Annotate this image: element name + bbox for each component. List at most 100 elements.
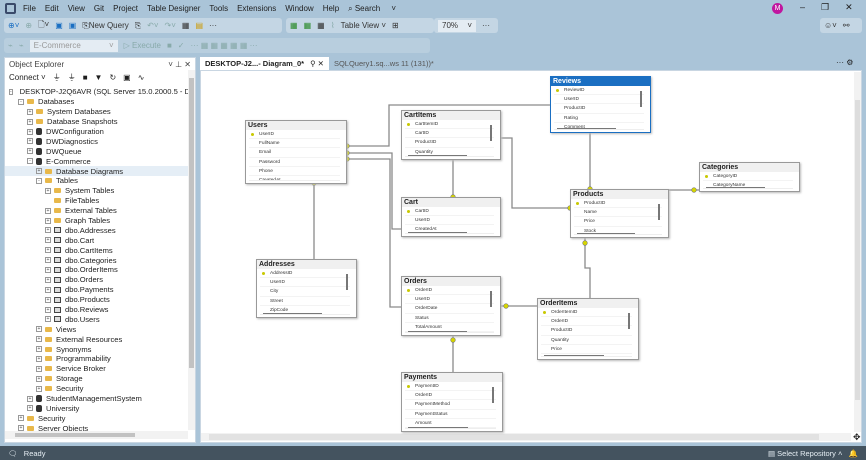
expand-icon[interactable]: +	[45, 227, 51, 234]
expand-icon[interactable]: +	[45, 316, 51, 323]
table-column[interactable]: PaymentStatus	[405, 410, 496, 419]
table-column[interactable]: Rating	[554, 114, 644, 123]
table-title[interactable]: Addresses	[257, 260, 356, 269]
table-column[interactable]: CreatedAt	[249, 176, 340, 180]
expand-icon[interactable]: +	[45, 306, 51, 313]
table-column[interactable]: ProductID	[405, 138, 494, 148]
zoom-select[interactable]: 70% ˅	[438, 19, 476, 32]
table-hscrollbar[interactable]	[706, 187, 766, 188]
table-column[interactable]: Password	[249, 158, 340, 167]
table-column[interactable]: UserID	[554, 95, 644, 105]
expand-icon[interactable]: +	[45, 296, 51, 303]
tree-node[interactable]: + Database Diagrams	[5, 166, 189, 177]
expand-icon[interactable]: +	[27, 128, 33, 135]
table-column[interactable]: OrderDate	[405, 304, 494, 314]
stop-icon[interactable]: ■	[167, 41, 172, 50]
menu-tools[interactable]: Tools	[209, 4, 228, 13]
more-icon[interactable]: ···	[209, 21, 217, 30]
table-title[interactable]: Payments	[402, 373, 502, 382]
select-repository-button[interactable]: ▤ Select Repository ˄ 🔔	[768, 449, 858, 458]
table-title[interactable]: CartItems	[402, 111, 500, 120]
table-scrollbar[interactable]	[492, 387, 494, 403]
tree-node[interactable]: - DESKTOP-J2Q6AVR (SQL Server 15.0.2000.5…	[5, 87, 189, 97]
tree-node[interactable]: - Databases	[5, 97, 189, 107]
tree-node[interactable]: + StudentManagementSystem	[5, 394, 189, 404]
primary-key-column[interactable]: OrderID	[405, 286, 494, 296]
expand-icon[interactable]: +	[45, 266, 51, 273]
restore-icon[interactable]: ❐	[821, 2, 829, 13]
plug-icon[interactable]: ⏚	[53, 72, 61, 83]
disconnect-icon[interactable]: ⏚	[68, 72, 76, 83]
minimize-icon[interactable]: –	[800, 2, 805, 13]
tree-node[interactable]: + dbo.CartItems	[5, 245, 189, 255]
new-file-icon[interactable]: 🗋˅	[38, 19, 49, 33]
table-hscrollbar[interactable]	[263, 313, 323, 314]
primary-key-column[interactable]: CartID	[405, 207, 494, 217]
diagram-table-cart[interactable]: Cart CartID UserID CreatedAt	[401, 197, 501, 237]
table-scrollbar[interactable]	[628, 313, 630, 329]
expand-icon[interactable]: +	[27, 108, 33, 115]
expand-icon[interactable]: +	[45, 247, 51, 254]
undo-icon[interactable]: ↶˅	[147, 21, 158, 30]
table-scrollbar[interactable]	[658, 204, 660, 220]
share-icon[interactable]: ⚯	[843, 21, 850, 30]
parse-icon[interactable]: ✓	[178, 41, 185, 50]
expand-icon[interactable]: +	[36, 375, 42, 382]
table-title[interactable]: Cart	[402, 198, 500, 207]
tree-node[interactable]: - Tables	[5, 176, 189, 186]
tree-node[interactable]: + dbo.Reviews	[5, 305, 189, 315]
table-hscrollbar[interactable]	[408, 427, 468, 428]
primary-key-column[interactable]: OrderItemID	[541, 308, 632, 318]
primary-key-column[interactable]: CategoryID	[703, 172, 793, 182]
tree-node[interactable]: + Programmability	[5, 354, 189, 364]
table-hscrollbar[interactable]	[408, 232, 467, 233]
tree-node[interactable]: + Security	[5, 413, 189, 423]
table-title[interactable]: OrderItems	[538, 299, 638, 308]
tree-node[interactable]: + DWConfiguration	[5, 127, 189, 137]
table-column[interactable]: Quantity	[541, 336, 632, 345]
query-icon[interactable]: ⎘	[135, 21, 141, 31]
table-column[interactable]: Status	[405, 314, 494, 323]
table-column[interactable]: Street	[260, 297, 350, 306]
activity-icon[interactable]: ▦	[182, 21, 190, 30]
table-scrollbar[interactable]	[490, 291, 492, 307]
save-all-icon[interactable]: ▣	[69, 21, 77, 30]
expand-icon[interactable]: +	[45, 257, 51, 264]
table-column[interactable]: UserID	[260, 278, 350, 288]
tree-node[interactable]: + dbo.Orders	[5, 275, 189, 285]
tree-node[interactable]: + University	[5, 404, 189, 414]
tree-node[interactable]: + Graph Tables	[5, 216, 189, 226]
redo-icon[interactable]: ↷˅	[165, 21, 176, 30]
tree-node[interactable]: + Database Snapshots	[5, 117, 189, 127]
tree-node[interactable]: + Storage	[5, 374, 189, 384]
expand-icon[interactable]: +	[36, 346, 42, 353]
arrange-icon[interactable]: ⊞	[392, 21, 399, 30]
diagram-table-orderitems[interactable]: OrderItems OrderItemID OrderID ProductID Qua…	[537, 298, 639, 360]
table-hscrollbar[interactable]	[408, 331, 467, 332]
menu-table-designer[interactable]: Table Designer	[147, 4, 200, 13]
execute-button[interactable]: ▷ Execute	[124, 41, 161, 50]
change-connection-icon[interactable]: ⌁	[19, 41, 24, 50]
expand-icon[interactable]: +	[36, 365, 42, 372]
menu-help[interactable]: Help	[323, 4, 339, 13]
filter-icon[interactable]: ▼	[95, 73, 103, 82]
menu-file[interactable]: File	[23, 4, 36, 13]
collapse-icon[interactable]: -	[27, 158, 33, 165]
new-query-button[interactable]: ⎘New Query	[82, 21, 128, 31]
search-button[interactable]: ⌕ Search ˅	[348, 4, 396, 14]
table-scrollbar[interactable]	[490, 125, 492, 141]
menu-git[interactable]: Git	[94, 4, 104, 13]
save-icon[interactable]: ▣	[55, 21, 63, 30]
tree-node[interactable]: + Synonyms	[5, 344, 189, 354]
expand-icon[interactable]: +	[27, 148, 33, 155]
table-hscrollbar[interactable]	[557, 128, 617, 129]
tree-node[interactable]: + dbo.Addresses	[5, 225, 189, 235]
table-column[interactable]: UserID	[405, 295, 494, 305]
tree-node[interactable]: + dbo.Categories	[5, 255, 189, 265]
tree-node[interactable]: + External Resources	[5, 334, 189, 344]
expand-icon[interactable]: +	[18, 415, 24, 422]
menu-view[interactable]: View	[68, 4, 85, 13]
expand-icon[interactable]: +	[45, 276, 51, 283]
table-title[interactable]: Reviews	[551, 77, 650, 86]
connect-button[interactable]: Connect ˅	[9, 73, 46, 82]
